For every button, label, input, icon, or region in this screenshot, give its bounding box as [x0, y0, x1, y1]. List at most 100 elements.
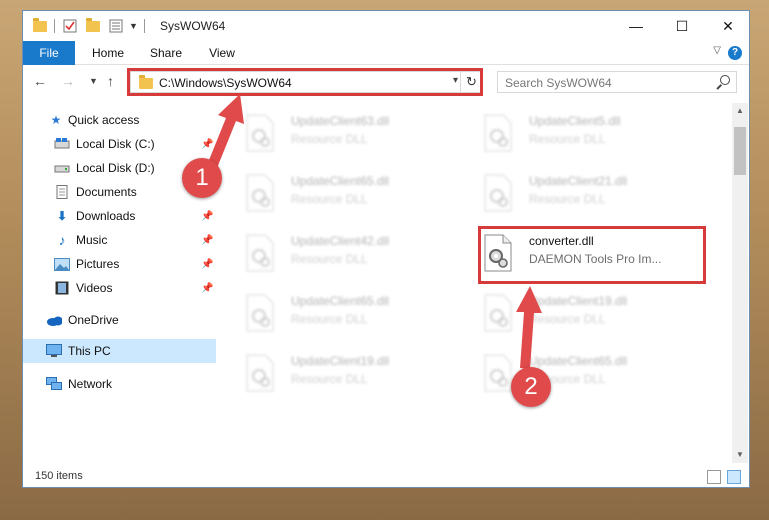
close-button[interactable]: ✕ — [705, 11, 751, 41]
expand-ribbon-icon[interactable]: ▽ — [713, 45, 721, 56]
new-folder-icon[interactable] — [86, 17, 100, 34]
file-item[interactable]: UpdateClient65.dll Resource DLL — [245, 291, 465, 341]
pin-icon[interactable]: 📌 — [201, 211, 213, 222]
toolbar-dropdown-icon[interactable]: ▼ — [129, 18, 138, 34]
dll-file-icon — [246, 294, 274, 332]
recent-locations-icon[interactable]: ▼ — [89, 76, 98, 86]
file-description: Resource DLL — [529, 132, 606, 146]
dll-file-icon — [484, 114, 512, 152]
sidebar-item-label: Pictures — [76, 257, 120, 271]
pin-icon[interactable]: 📌 — [201, 139, 213, 150]
file-description: Resource DLL — [291, 132, 368, 146]
search-input[interactable]: Search SysWOW64 — [497, 71, 737, 93]
file-description: Resource DLL — [529, 192, 606, 206]
file-item[interactable]: UpdateClient19.dll Resource DLL — [245, 351, 465, 401]
properties-icon[interactable] — [63, 18, 77, 34]
file-name: UpdateClient65.dll — [291, 174, 390, 188]
pin-icon[interactable]: 📌 — [201, 235, 213, 246]
large-icons-view-icon[interactable] — [727, 470, 741, 484]
item-count: 150 items — [35, 470, 83, 482]
file-description: Resource DLL — [291, 372, 368, 386]
sidebar-item-label: Downloads — [76, 209, 136, 223]
separator — [144, 18, 145, 34]
sidebar-item-this-pc[interactable]: This PC — [23, 339, 216, 363]
documents-icon — [54, 185, 70, 199]
maximize-button[interactable]: ☐ — [659, 11, 705, 41]
address-bar-highlight — [127, 68, 483, 96]
step-marker-2: 2 — [511, 367, 551, 407]
file-description: Resource DLL — [529, 312, 606, 326]
status-bar: 150 items — [23, 467, 749, 489]
ribbon: File Home Share View ▽ ? — [23, 41, 749, 65]
network-icon — [46, 377, 62, 391]
file-name: UpdateClient19.dll — [529, 294, 628, 308]
pictures-icon — [54, 257, 70, 271]
vertical-scrollbar[interactable]: ▲ ▼ — [732, 103, 748, 463]
sidebar-item-quick-access[interactable]: ★ Quick access — [23, 108, 216, 132]
help-icon[interactable]: ? — [728, 46, 742, 60]
back-arrow-icon[interactable]: ← — [33, 73, 47, 89]
scroll-up-icon[interactable]: ▲ — [732, 103, 748, 119]
dll-file-icon — [246, 354, 274, 392]
file-item[interactable]: UpdateClient5.dll Resource DLL — [483, 111, 703, 161]
sidebar-item-label: Quick access — [68, 113, 140, 127]
file-name: UpdateClient42.dll — [291, 234, 390, 248]
downloads-icon: ⬇ — [56, 209, 68, 223]
customize-toolbar-icon[interactable] — [109, 18, 125, 34]
music-icon: ♪ — [58, 232, 66, 248]
sidebar-item-network[interactable]: Network — [23, 372, 216, 396]
dll-file-icon — [246, 234, 274, 272]
sidebar-item-music[interactable]: ♪ Music 📌 — [23, 228, 216, 252]
forward-arrow-icon[interactable]: → — [61, 73, 75, 89]
sidebar-item-label: This PC — [68, 344, 111, 358]
pin-icon[interactable]: 📌 — [201, 283, 213, 294]
tab-share[interactable]: Share — [141, 41, 191, 65]
sidebar-item-label: OneDrive — [68, 313, 119, 327]
file-item[interactable]: UpdateClient63.dll Resource DLL — [245, 111, 465, 161]
dll-file-icon — [246, 114, 274, 152]
search-placeholder: Search SysWOW64 — [505, 76, 612, 90]
file-name: UpdateClient21.dll — [529, 174, 628, 188]
sidebar-item-label: Music — [76, 233, 108, 247]
file-item[interactable]: UpdateClient19.dll Resource DLL — [483, 291, 703, 341]
file-item[interactable]: UpdateClient65.dll Resource DLL — [245, 171, 465, 221]
details-view-icon[interactable] — [707, 470, 721, 484]
sidebar-item-downloads[interactable]: ⬇ Downloads 📌 — [23, 204, 216, 228]
sidebar-item-label: Local Disk (C:) — [76, 137, 155, 151]
file-name: UpdateClient19.dll — [291, 354, 390, 368]
sidebar-item-videos[interactable]: Videos 📌 — [23, 276, 216, 300]
dll-file-icon — [484, 354, 512, 392]
sidebar-item-pictures[interactable]: Pictures 📌 — [23, 252, 216, 276]
sidebar-item-label: Network — [68, 377, 113, 391]
sidebar-item-onedrive[interactable]: OneDrive — [23, 308, 216, 332]
file-name: UpdateClient65.dll — [529, 354, 628, 368]
dll-file-icon — [484, 174, 512, 212]
file-item[interactable]: UpdateClient21.dll Resource DLL — [483, 171, 703, 221]
sidebar-item-local-disk-c[interactable]: Local Disk (C:) 📌 — [23, 132, 216, 156]
file-description: Resource DLL — [291, 192, 368, 206]
scroll-thumb[interactable] — [734, 127, 746, 175]
navigation-pane: ★ Quick access Local Disk (C:) 📌 Local D… — [23, 103, 216, 463]
file-name: UpdateClient5.dll — [529, 114, 621, 128]
folder-icon — [33, 17, 47, 34]
pin-icon[interactable]: 📌 — [201, 259, 213, 270]
videos-icon — [54, 281, 70, 295]
sidebar-item-label: Videos — [76, 281, 113, 295]
file-name: UpdateClient63.dll — [291, 114, 390, 128]
tab-home[interactable]: Home — [83, 41, 133, 65]
file-item[interactable]: UpdateClient42.dll Resource DLL — [245, 231, 465, 281]
tab-view[interactable]: View — [199, 41, 245, 65]
drive-icon — [54, 137, 70, 151]
step-marker-1: 1 — [182, 158, 222, 198]
search-icon[interactable] — [720, 75, 730, 85]
sidebar-item-label: Local Disk (D:) — [76, 161, 155, 175]
sidebar-item-label: Documents — [76, 185, 137, 199]
minimize-button[interactable]: — — [613, 11, 659, 41]
dll-file-icon — [484, 294, 512, 332]
title-bar: ▼ SysWOW64 — ☐ ✕ — [23, 11, 749, 41]
tab-file[interactable]: File — [23, 41, 75, 65]
scroll-down-icon[interactable]: ▼ — [732, 447, 748, 463]
file-name: UpdateClient65.dll — [291, 294, 390, 308]
drive-icon — [54, 161, 70, 175]
up-arrow-icon[interactable]: ↑ — [107, 73, 114, 89]
